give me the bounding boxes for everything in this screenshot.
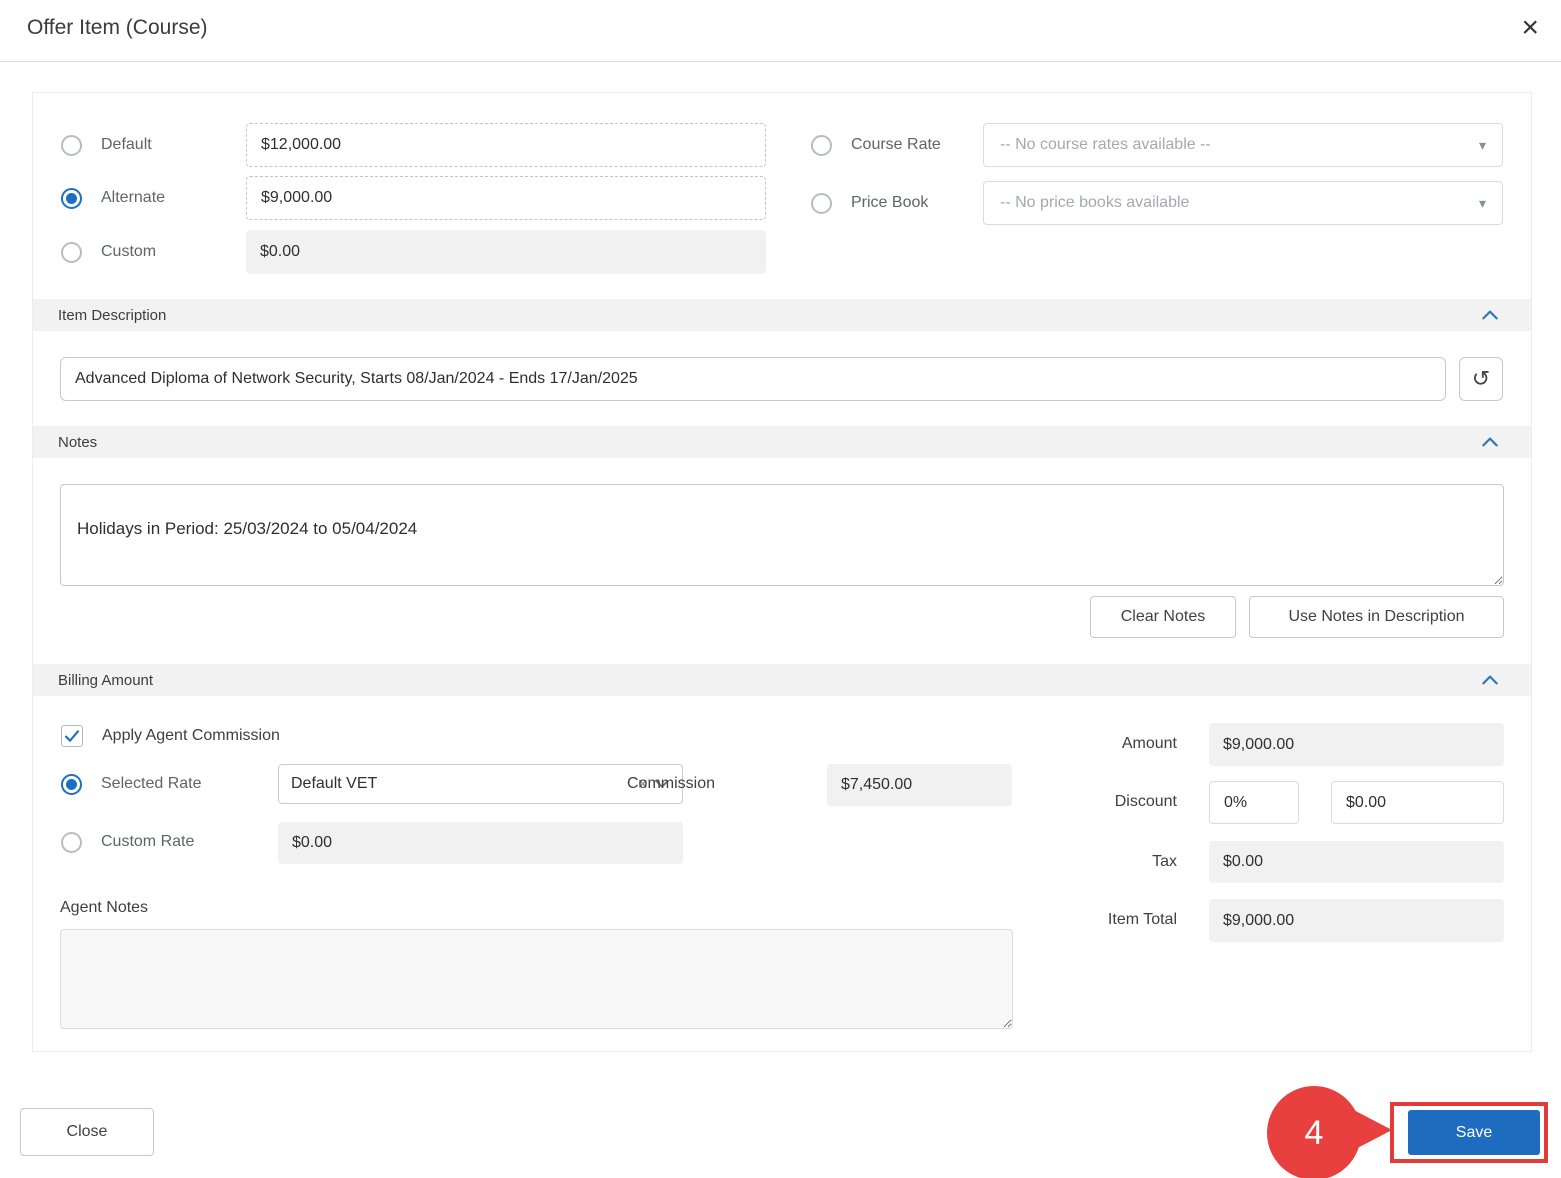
custom-rate-input[interactable] [278,822,683,864]
amount-field: $9,000.00 [1209,723,1504,766]
use-notes-label: Use Notes in Description [1288,608,1465,625]
tax-field: $0.00 [1209,841,1504,883]
alternate-radio[interactable] [61,187,82,209]
amount-label: Amount [1121,735,1177,752]
custom-radio[interactable] [61,241,82,263]
notes-textarea[interactable]: Holidays in Period: 25/03/2024 to 05/04/… [60,484,1504,586]
default-price-input[interactable] [246,123,766,167]
close-icon[interactable]: × [1521,10,1539,46]
course-rate-select[interactable]: -- No course rates available -- ▾ [983,123,1503,167]
close-button-label: Close [66,1123,108,1140]
price-option-alternate[interactable]: Alternate [61,176,165,220]
clear-notes-label: Clear Notes [1120,608,1206,625]
close-button[interactable]: Close [20,1108,154,1156]
selected-rate-radio[interactable] [61,773,82,795]
discount-amount-input[interactable] [1331,781,1504,824]
annotation-number: 4 [1304,1113,1324,1152]
default-radio[interactable] [61,134,82,156]
item-total-label: Item Total [1107,911,1177,928]
price-book-placeholder: -- No price books available [1000,194,1190,211]
item-total-field: $9,000.00 [1209,899,1504,942]
save-button-label: Save [1455,1123,1493,1141]
modal-header: Offer Item (Course) × [0,0,1561,62]
annotation-step-badge: 4 [1267,1086,1361,1178]
price-book-radio[interactable] [811,192,832,214]
discount-percent-input[interactable] [1209,781,1299,824]
price-book-label: Price Book [851,194,929,211]
selected-rate-option[interactable]: Selected Rate [61,762,202,806]
tax-label: Tax [1152,853,1177,870]
modal-title: Offer Item (Course) [27,16,208,39]
alternate-price-input[interactable] [246,176,766,220]
billing-amount-section-header[interactable]: Billing Amount [33,664,1531,696]
modal-body-panel: Default Alternate Custom Course Rate -- … [32,92,1532,1052]
restore-description-button[interactable]: ↺ [1459,357,1503,401]
notes-section-header[interactable]: Notes [33,426,1531,458]
item-description-input[interactable] [60,357,1446,401]
commission-input[interactable] [827,764,1012,806]
commission-label: Commission [626,775,715,792]
agent-notes-label: Agent Notes [60,899,149,916]
clear-notes-button[interactable]: Clear Notes [1090,596,1236,638]
default-radio-label: Default [101,136,152,153]
item-description-section-header[interactable]: Item Description [33,299,1531,331]
collapse-chevron-up-icon[interactable] [1479,432,1501,452]
custom-price-input[interactable] [246,230,766,274]
selected-rate-label: Selected Rate [101,775,202,792]
custom-rate-label: Custom Rate [101,833,195,850]
custom-radio-label: Custom [101,243,157,260]
agent-notes-textarea[interactable] [60,929,1013,1029]
alternate-radio-label: Alternate [101,189,166,206]
price-option-default[interactable]: Default [61,123,152,167]
annotation-arrow-icon [1348,1107,1392,1153]
custom-rate-option[interactable]: Custom Rate [61,820,194,864]
course-rate-option[interactable]: Course Rate [811,123,941,167]
save-button[interactable]: Save [1408,1110,1540,1155]
collapse-chevron-up-icon[interactable] [1479,670,1501,690]
course-rate-placeholder: -- No course rates available -- [1000,136,1211,153]
price-book-option[interactable]: Price Book [811,181,928,225]
use-notes-in-description-button[interactable]: Use Notes in Description [1249,596,1504,638]
rate-select-value: Default VET [291,775,378,792]
offer-item-modal: Offer Item (Course) × Default Alternate … [0,0,1561,1178]
apply-agent-commission-checkbox[interactable] [61,725,83,747]
check-icon [64,730,80,742]
item-description-header-label: Item Description [58,306,167,324]
discount-label: Discount [1114,793,1177,810]
custom-rate-radio[interactable] [61,831,82,853]
price-option-custom[interactable]: Custom [61,230,156,274]
collapse-chevron-up-icon[interactable] [1479,305,1501,325]
chevron-down-icon: ▾ [1478,136,1486,153]
apply-agent-commission-row[interactable]: Apply Agent Commission [61,714,280,758]
course-rate-label: Course Rate [851,136,941,153]
notes-header-label: Notes [58,433,98,451]
apply-agent-commission-label: Apply Agent Commission [102,727,280,744]
course-rate-radio[interactable] [811,134,832,156]
billing-header-label: Billing Amount [58,671,154,689]
chevron-down-icon: ▾ [1478,194,1486,211]
price-book-select[interactable]: -- No price books available ▾ [983,181,1503,225]
restore-icon: ↺ [1471,366,1491,391]
